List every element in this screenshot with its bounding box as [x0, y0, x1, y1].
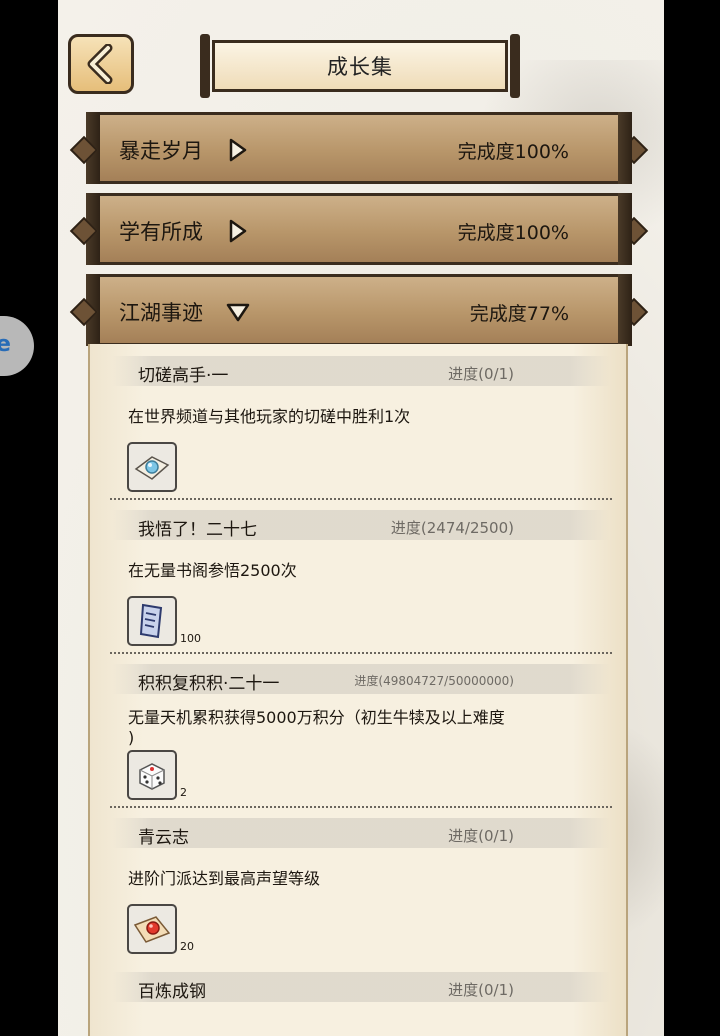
- reward-quantity: 20: [180, 940, 194, 953]
- task-progress: 进度(0/1): [448, 981, 514, 999]
- task-progress: 进度(0/1): [448, 365, 514, 383]
- task-name: 积积复积积·二十一: [138, 674, 280, 694]
- title-banner: 成长集: [200, 34, 520, 98]
- reward-quantity: 2: [180, 786, 187, 799]
- floating-assistant-badge[interactable]: e: [0, 316, 34, 376]
- play-arrow-right-icon: [229, 219, 247, 243]
- task-progress: 进度(2474/2500): [390, 519, 514, 537]
- scroll-roller: [510, 34, 520, 98]
- task-progress: 进度(0/1): [448, 827, 514, 845]
- reward-item-slot[interactable]: [127, 750, 177, 800]
- category-name: 学有所成: [119, 220, 203, 244]
- talisman-card-icon: [139, 603, 163, 639]
- task-divider: [110, 498, 612, 500]
- task-progress: 进度(49804727/50000000): [354, 674, 514, 688]
- page-title: 成长集: [327, 55, 393, 79]
- category-header-jianghu[interactable]: 江湖事迹 完成度77%: [69, 274, 649, 346]
- task-name: 我悟了！二十七: [138, 520, 257, 540]
- task-description: 在无量书阁参悟2500次: [128, 561, 297, 580]
- task-divider: [110, 652, 612, 654]
- task-name: 百炼成钢: [138, 982, 206, 1002]
- task-description: 在世界频道与其他玩家的切磋中胜利1次: [128, 407, 411, 426]
- triangle-down-icon: [226, 303, 250, 322]
- category-header-baozou[interactable]: 暴走岁月 完成度100%: [69, 112, 649, 184]
- reward-item-slot[interactable]: [127, 596, 177, 646]
- reward-quantity: 100: [180, 632, 201, 645]
- play-arrow-right-icon: [229, 138, 247, 162]
- reward-item-slot[interactable]: [127, 442, 177, 492]
- task-name: 青云志: [138, 828, 189, 848]
- task-list-panel[interactable]: 切磋高手·一 进度(0/1) 在世界频道与其他玩家的切磋中胜利1次 我悟了！二十…: [88, 344, 628, 1036]
- scroll-orb-icon: [134, 456, 170, 480]
- dice-icon: [139, 763, 165, 790]
- back-button[interactable]: [68, 34, 134, 94]
- category-completion: 完成度100%: [457, 222, 569, 244]
- task-name: 切磋高手·一: [138, 366, 229, 386]
- reward-item-slot[interactable]: [127, 904, 177, 954]
- category-completion: 完成度77%: [469, 303, 569, 325]
- category-completion: 完成度100%: [457, 141, 569, 163]
- task-description-continuation: ): [128, 728, 135, 747]
- scroll-roller: [200, 34, 210, 98]
- red-orb-scroll-icon: [133, 916, 171, 943]
- task-divider: [110, 806, 612, 808]
- chevron-left-icon: [87, 44, 113, 84]
- category-name: 暴走岁月: [119, 139, 203, 163]
- category-header-xueyou[interactable]: 学有所成 完成度100%: [69, 193, 649, 265]
- category-name: 江湖事迹: [119, 301, 203, 325]
- task-description: 进阶门派达到最高声望等级: [128, 869, 321, 888]
